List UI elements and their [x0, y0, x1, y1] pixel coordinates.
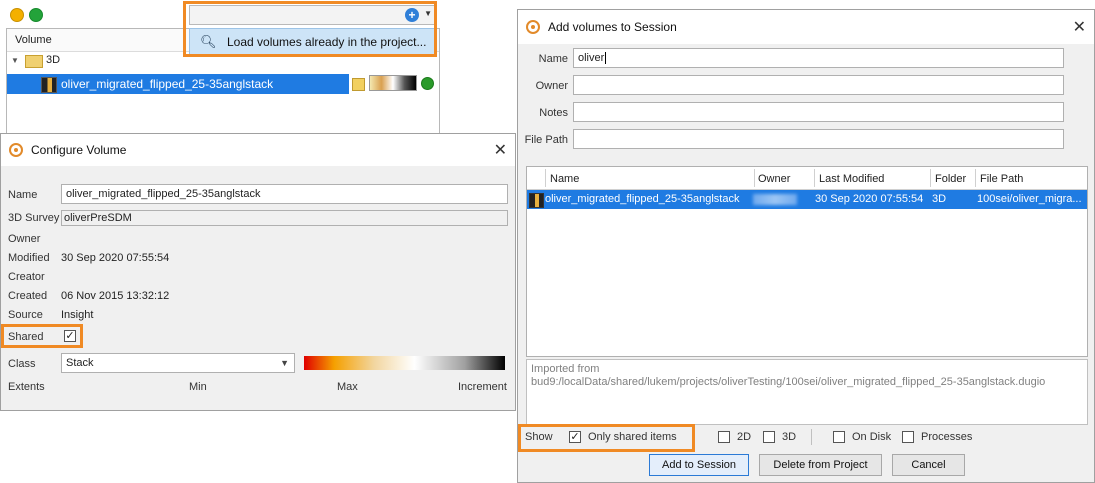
name-label: Name — [8, 189, 38, 201]
table-header: Name Owner Last Modified Folder File Pat… — [527, 167, 1087, 190]
filter-name-label: Name — [538, 53, 568, 65]
increment-label: Increment — [458, 381, 507, 393]
cell-folder: 3D — [932, 193, 947, 205]
description-box: Imported from bud9:/localData/shared/luk… — [526, 359, 1088, 425]
delete-from-project-button[interactable]: Delete from Project — [759, 454, 882, 476]
shared-highlight-box — [1, 324, 83, 348]
creator-label: Creator — [8, 271, 45, 283]
dialog-title: Configure Volume — [31, 143, 127, 157]
column-header-owner[interactable]: Owner — [758, 173, 790, 185]
search-highlight-box — [183, 1, 437, 57]
filter-notes-label: Notes — [539, 107, 568, 119]
modified-label: Modified — [8, 252, 50, 264]
app-logo-icon — [526, 20, 540, 34]
cell-last-modified: 30 Sep 2020 07:55:54 — [815, 193, 924, 205]
class-select[interactable]: Stack ▼ — [61, 353, 295, 373]
add-volumes-dialog: Add volumes to Session ✕ Name oliver Own… — [517, 9, 1095, 483]
note-icon[interactable] — [352, 78, 365, 91]
folder-icon — [25, 55, 43, 68]
column-header-volume: Volume — [15, 34, 52, 46]
volume-name-field[interactable]: oliver_migrated_flipped_25-35anglstack — [61, 184, 508, 204]
processes-checkbox[interactable] — [902, 431, 914, 443]
close-icon[interactable]: ✕ — [1073, 17, 1086, 37]
filter-3d-checkbox[interactable] — [763, 431, 775, 443]
max-label: Max — [337, 381, 358, 393]
filter-name-input[interactable]: oliver — [573, 48, 1064, 68]
app-logo-icon — [9, 143, 23, 157]
table-row[interactable]: oliver_migrated_flipped_25-35anglstack 3… — [527, 190, 1087, 209]
survey-label: 3D Survey — [8, 212, 60, 224]
column-header-name[interactable]: Name — [550, 173, 579, 185]
column-header-last-modified[interactable]: Last Modified — [819, 173, 884, 185]
owner-redacted — [753, 194, 797, 205]
volume-icon — [41, 77, 57, 93]
filter-name-value: oliver — [578, 52, 605, 64]
class-label: Class — [8, 358, 36, 370]
modified-value: 30 Sep 2020 07:55:54 — [61, 252, 170, 264]
divider — [811, 429, 812, 445]
created-value: 06 Nov 2015 13:32:12 — [61, 290, 170, 302]
add-to-session-button[interactable]: Add to Session — [649, 454, 749, 476]
dialog-title: Add volumes to Session — [548, 20, 677, 34]
column-divider — [930, 169, 931, 187]
description-line-1: Imported from — [531, 363, 600, 375]
cell-file-path: 100sei/oliver_migra... — [977, 193, 1082, 205]
column-header-folder[interactable]: Folder — [935, 173, 966, 185]
on-disk-checkbox[interactable] — [833, 431, 845, 443]
filter-3d-label: 3D — [782, 431, 797, 443]
chevron-down-icon: ▼ — [280, 358, 289, 368]
on-disk-label: On Disk — [852, 431, 892, 443]
processes-label: Processes — [921, 431, 973, 443]
filter-owner-input[interactable] — [573, 75, 1064, 95]
filter-2d-checkbox[interactable] — [718, 431, 730, 443]
extents-label: Extents — [8, 381, 45, 393]
column-divider — [975, 169, 976, 187]
source-label: Source — [8, 309, 43, 321]
column-divider — [814, 169, 815, 187]
created-label: Created — [8, 290, 48, 302]
filter-2d-label: 2D — [737, 431, 752, 443]
folder-label: 3D — [46, 54, 61, 66]
column-divider — [754, 169, 755, 187]
maximize-window-button[interactable] — [29, 8, 43, 22]
description-line-2: bud9:/localData/shared/lukem/projects/ol… — [531, 376, 1046, 388]
cell-name: oliver_migrated_flipped_25-35anglstack — [545, 193, 740, 205]
filter-filepath-input[interactable] — [573, 129, 1064, 149]
survey-field: oliverPreSDM — [61, 210, 508, 226]
colormap-swatch[interactable] — [369, 75, 417, 91]
volume-icon — [529, 193, 544, 208]
expand-arrow-icon[interactable]: ▼ — [11, 56, 19, 65]
cancel-button[interactable]: Cancel — [892, 454, 965, 476]
class-value: Stack — [66, 357, 94, 369]
results-table: Name Owner Last Modified Folder File Pat… — [526, 166, 1088, 357]
status-dot-icon — [421, 77, 434, 90]
tree-item-volume[interactable]: oliver_migrated_flipped_25-35anglstack — [7, 74, 349, 94]
close-icon[interactable]: ✕ — [494, 140, 507, 160]
source-value: Insight — [61, 309, 94, 321]
column-divider — [545, 169, 546, 187]
filter-filepath-label: File Path — [524, 134, 568, 146]
dialog-title-bar: Add volumes to Session ✕ — [518, 10, 1094, 44]
dialog-title-bar: Configure Volume ✕ — [1, 134, 515, 166]
configure-volume-dialog: Configure Volume ✕ Name oliver_migrated_… — [0, 133, 516, 411]
owner-label: Owner — [8, 233, 41, 245]
filter-owner-label: Owner — [535, 80, 568, 92]
column-header-file-path[interactable]: File Path — [980, 173, 1023, 185]
filter-notes-input[interactable] — [573, 102, 1064, 122]
colormap-bar[interactable] — [304, 356, 505, 370]
volume-label: oliver_migrated_flipped_25-35anglstack — [61, 77, 274, 91]
minimize-window-button[interactable] — [10, 8, 24, 22]
min-label: Min — [189, 381, 207, 393]
only-shared-highlight-box — [518, 424, 695, 452]
